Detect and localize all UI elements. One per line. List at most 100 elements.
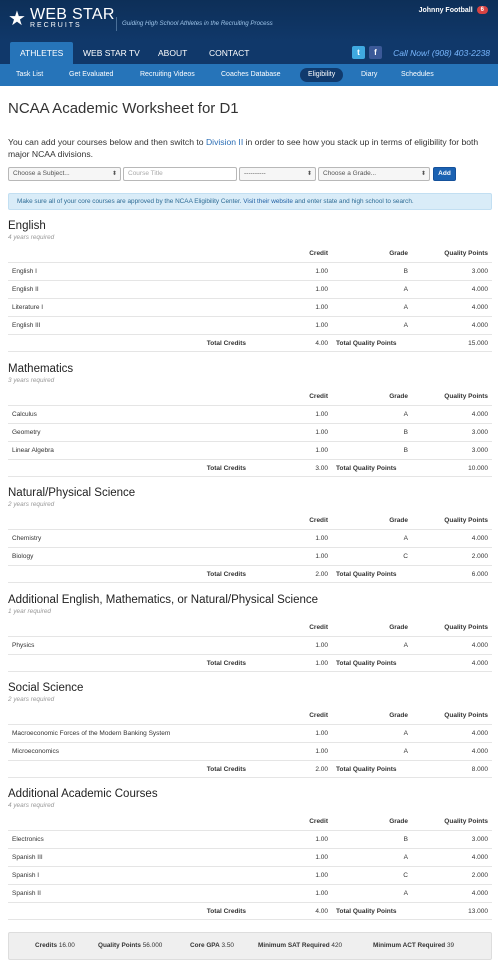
summary-core-gpa: Core GPA 3.50 bbox=[190, 942, 234, 949]
select-arrow-icon: ⬍ bbox=[111, 171, 117, 177]
subnav-diary[interactable]: Diary bbox=[361, 68, 377, 82]
section-title: Social Science bbox=[8, 682, 84, 694]
column-header-credit: Credit bbox=[309, 250, 328, 257]
column-header-quality: Quality Points bbox=[444, 712, 488, 719]
cell-grade: A bbox=[403, 730, 408, 737]
grade-select[interactable]: Choose a Grade... ⬍ bbox=[318, 167, 430, 181]
eligibility-center-link[interactable]: Visit their website bbox=[243, 198, 293, 205]
cell-grade: C bbox=[403, 553, 408, 560]
select-arrow-icon: ⬍ bbox=[306, 171, 312, 177]
column-header-grade: Grade bbox=[389, 393, 408, 400]
site-logo[interactable]: ★ WEB STAR RECRUITS bbox=[8, 7, 115, 30]
level-select[interactable]: ---------- ⬍ bbox=[239, 167, 316, 181]
total-credits-value: 4.00 bbox=[315, 908, 328, 915]
nav-athletes[interactable]: ATHLETES bbox=[10, 42, 74, 64]
subnav-coaches-database[interactable]: Coaches Database bbox=[221, 68, 281, 82]
table-row[interactable]: Calculus 1.00 A 4.000 bbox=[8, 405, 492, 423]
nav-about[interactable]: ABOUT bbox=[158, 42, 187, 64]
total-row: Total Credits 3.00 Total Quality Points 10.… bbox=[8, 459, 492, 477]
table-row[interactable]: Literature I 1.00 A 4.000 bbox=[8, 298, 492, 316]
total-row: Total Credits 4.00 Total Quality Points 15.… bbox=[8, 334, 492, 352]
column-header-credit: Credit bbox=[309, 624, 328, 631]
subnav-schedules[interactable]: Schedules bbox=[401, 68, 434, 82]
cell-credit: 1.00 bbox=[315, 429, 328, 436]
total-row: Total Credits 2.00 Total Quality Points 8.0… bbox=[8, 760, 492, 778]
twitter-icon[interactable]: t bbox=[352, 46, 365, 59]
division-ii-link[interactable]: Division II bbox=[206, 137, 243, 147]
cell-grade: A bbox=[403, 322, 408, 329]
section-title: Mathematics bbox=[8, 363, 74, 375]
total-quality-value: 8.000 bbox=[471, 766, 488, 773]
cell-qp: 2.000 bbox=[471, 553, 488, 560]
section-requirement: 2 years required bbox=[8, 696, 55, 703]
table-row[interactable]: Macroeconomic Forces of the Modern Banki… bbox=[8, 724, 492, 742]
table-row[interactable]: English I 1.00 B 3.000 bbox=[8, 262, 492, 280]
cell-name: English III bbox=[12, 322, 41, 329]
table-row[interactable]: Geometry 1.00 B 3.000 bbox=[8, 423, 492, 441]
user-name: Johnny Football bbox=[418, 6, 473, 14]
table-row[interactable]: Spanish III 1.00 A 4.000 bbox=[8, 848, 492, 866]
table-row[interactable]: Electronics 1.00 B 3.000 bbox=[8, 830, 492, 848]
total-quality-label: Total Quality Points bbox=[336, 571, 397, 578]
cell-credit: 1.00 bbox=[315, 553, 328, 560]
nav-web-star-tv[interactable]: WEB STAR TV bbox=[83, 42, 140, 64]
table-row[interactable]: English III 1.00 A 4.000 bbox=[8, 316, 492, 334]
total-credits-label: Total Credits bbox=[206, 660, 246, 667]
course-section: Additional English, Mathematics, or Natu… bbox=[8, 594, 492, 672]
user-menu[interactable]: Johnny Football 6 bbox=[419, 6, 488, 14]
cell-credit: 1.00 bbox=[315, 535, 328, 542]
cell-qp: 3.000 bbox=[471, 429, 488, 436]
total-credits-label: Total Credits bbox=[206, 908, 246, 915]
table-row[interactable]: Biology 1.00 C 2.000 bbox=[8, 547, 492, 565]
column-header-quality: Quality Points bbox=[444, 818, 488, 825]
table-row[interactable]: Spanish II 1.00 A 4.000 bbox=[8, 884, 492, 902]
cell-grade: B bbox=[403, 268, 408, 275]
total-credits-label: Total Credits bbox=[206, 571, 246, 578]
column-header-credit: Credit bbox=[309, 393, 328, 400]
table-row[interactable]: Spanish I 1.00 C 2.000 bbox=[8, 866, 492, 884]
cell-name: Spanish I bbox=[12, 872, 40, 879]
cell-name: Chemistry bbox=[12, 535, 42, 542]
table-row[interactable]: Physics 1.00 A 4.000 bbox=[8, 636, 492, 654]
cell-credit: 1.00 bbox=[315, 890, 328, 897]
table-row[interactable]: Linear Algebra 1.00 B 3.000 bbox=[8, 441, 492, 459]
table-row[interactable]: Chemistry 1.00 A 4.000 bbox=[8, 529, 492, 547]
total-quality-value: 13.000 bbox=[468, 908, 488, 915]
total-credits-value: 2.00 bbox=[315, 571, 328, 578]
add-button[interactable]: Add bbox=[433, 167, 456, 181]
summary-credits: Credits 16.00 bbox=[35, 942, 75, 949]
cell-name: Linear Algebra bbox=[12, 447, 54, 454]
cell-credit: 1.00 bbox=[315, 322, 328, 329]
nav-contact[interactable]: CONTACT bbox=[209, 42, 249, 64]
subnav-task-list[interactable]: Task List bbox=[16, 68, 43, 82]
cell-credit: 1.00 bbox=[315, 268, 328, 275]
section-requirement: 1 year required bbox=[8, 608, 51, 615]
total-credits-label: Total Credits bbox=[206, 340, 246, 347]
summary-bar: Credits 16.00 Quality Points 56.000 Core… bbox=[8, 932, 492, 960]
sub-nav: Task List Get Evaluated Recruiting Video… bbox=[0, 64, 498, 86]
star-logo-icon: ★ bbox=[8, 8, 26, 30]
phone-number[interactable]: Call Now! (908) 403-2238 bbox=[393, 42, 490, 64]
course-section: Additional Academic Courses 4 years requi… bbox=[8, 788, 492, 920]
total-row: Total Credits 1.00 Total Quality Points 4.0… bbox=[8, 654, 492, 672]
cell-name: Calculus bbox=[12, 411, 37, 418]
subnav-recruiting-videos[interactable]: Recruiting Videos bbox=[140, 68, 195, 82]
column-header-grade: Grade bbox=[389, 624, 408, 631]
table-row[interactable]: Microeconomics 1.00 A 4.000 bbox=[8, 742, 492, 760]
cell-grade: A bbox=[403, 642, 408, 649]
facebook-icon[interactable]: f bbox=[369, 46, 382, 59]
notification-badge[interactable]: 6 bbox=[476, 6, 488, 14]
cell-grade: B bbox=[403, 447, 408, 454]
summary-min-act: Minimum ACT Required 39 bbox=[373, 942, 455, 949]
cell-grade: A bbox=[403, 411, 408, 418]
table-row[interactable]: English II 1.00 A 4.000 bbox=[8, 280, 492, 298]
course-title-input[interactable]: Course Title bbox=[123, 167, 237, 181]
tagline: Guiding High School Athletes in the Recr… bbox=[116, 17, 273, 31]
subnav-get-evaluated[interactable]: Get Evaluated bbox=[69, 68, 113, 82]
subject-select[interactable]: Choose a Subject... ⬍ bbox=[8, 167, 121, 181]
cell-qp: 4.000 bbox=[471, 535, 488, 542]
cell-name: Macroeconomic Forces of the Modern Banki… bbox=[12, 730, 171, 737]
subnav-eligibility[interactable]: Eligibility bbox=[300, 68, 344, 82]
section-title: English bbox=[8, 220, 46, 232]
cell-qp: 2.000 bbox=[471, 872, 488, 879]
